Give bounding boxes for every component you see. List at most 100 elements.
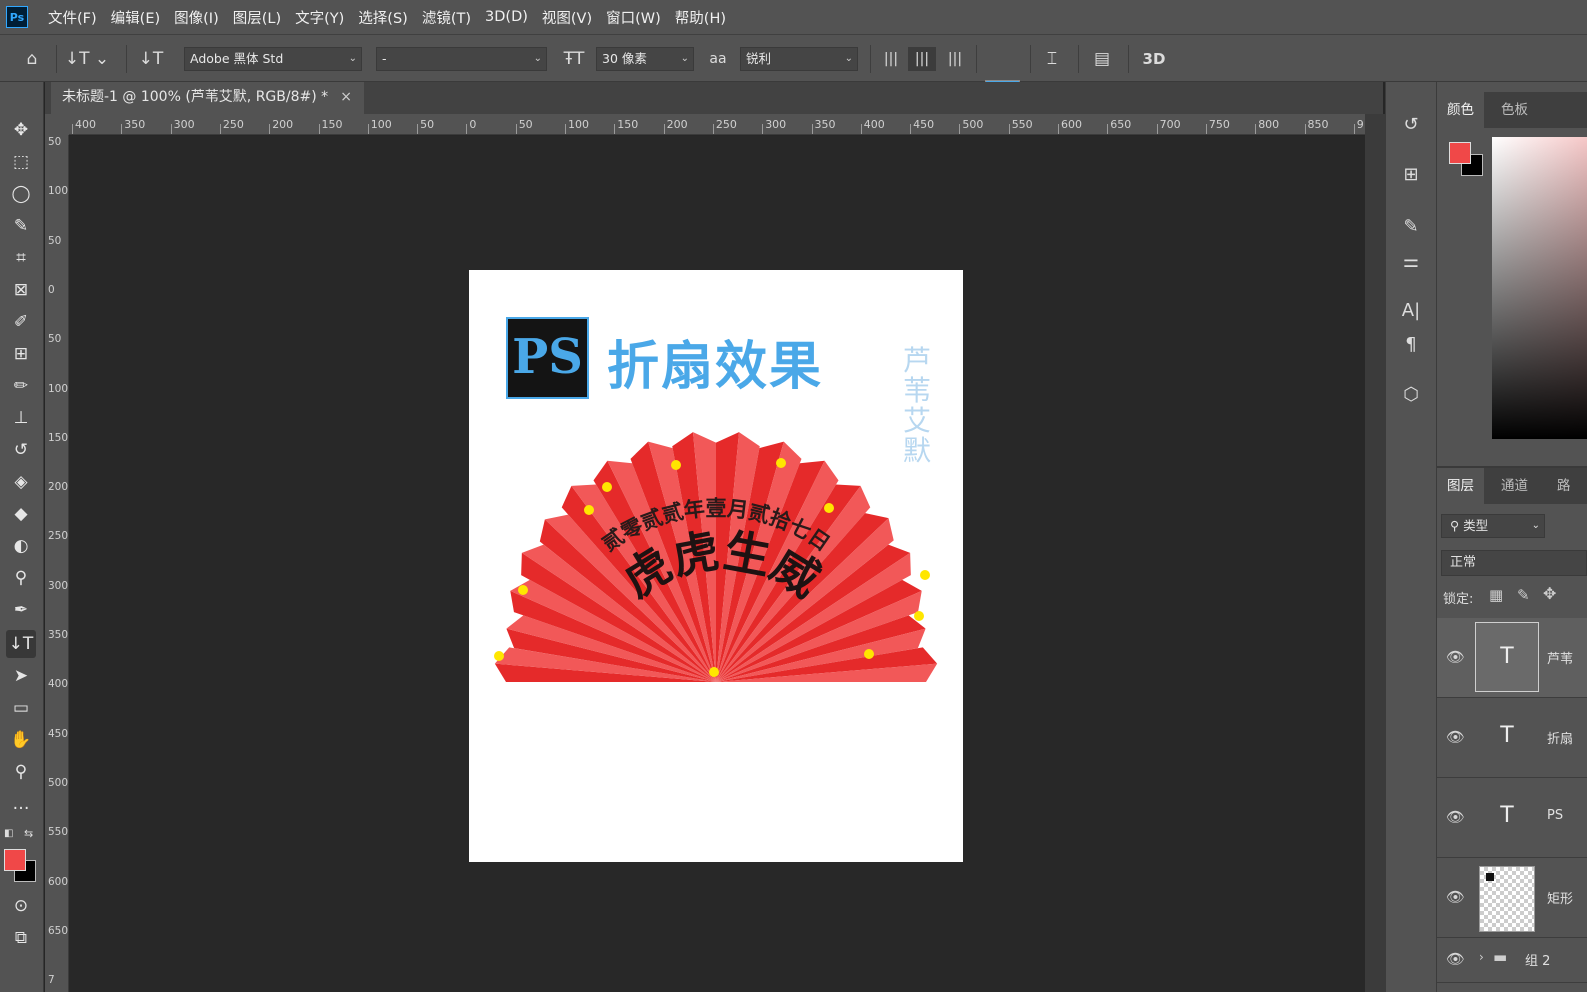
- close-tab-button[interactable]: ×: [340, 82, 352, 112]
- menu-layer[interactable]: 图层(L): [233, 7, 281, 28]
- crop-tool-icon[interactable]: ⌗: [6, 244, 36, 272]
- ruler-label: 350: [48, 629, 69, 641]
- font-family-dropdown[interactable]: Adobe 黑体 Std ⌄: [184, 47, 362, 71]
- align-center-icon[interactable]: |||: [908, 47, 936, 71]
- dodge-tool-icon[interactable]: ⚲: [6, 564, 36, 592]
- blend-mode-dropdown[interactable]: 正常: [1441, 550, 1587, 576]
- warp-text-icon[interactable]: ⌶: [1038, 47, 1066, 71]
- visibility-eye-icon[interactable]: 👁: [1446, 888, 1465, 906]
- align-bottom-icon[interactable]: |||: [942, 47, 968, 71]
- layer-row[interactable]: 👁 T 芦苇: [1437, 618, 1587, 698]
- document-tab[interactable]: 未标题-1 @ 100% (芦苇艾默, RGB/8#) * ×: [51, 82, 364, 114]
- stamp-tool-icon[interactable]: ⊥: [6, 404, 36, 432]
- font-style-dropdown[interactable]: - ⌄: [376, 47, 547, 71]
- ruler-label: 800: [1258, 118, 1280, 131]
- tab-paths[interactable]: 路: [1547, 468, 1581, 504]
- path-select-tool-icon[interactable]: ➤: [6, 662, 36, 690]
- move-tool-icon[interactable]: ✥: [6, 116, 36, 144]
- gold-spark: [709, 667, 719, 677]
- ruler-label: 650: [1110, 118, 1132, 131]
- layer-name: 芦苇: [1547, 652, 1574, 667]
- antialias-icon: aa: [709, 51, 727, 67]
- toggle-orientation-icon[interactable]: ↓T: [136, 47, 166, 71]
- vertical-type-tool-icon[interactable]: ↓T: [6, 630, 36, 658]
- menu-3d[interactable]: 3D(D): [485, 9, 528, 25]
- ruler-label: 600: [48, 875, 69, 888]
- paint-bucket-tool-icon[interactable]: ◆: [6, 500, 36, 528]
- history-panel-icon[interactable]: ↺: [1396, 110, 1426, 140]
- tab-swatches[interactable]: 色板: [1491, 92, 1538, 128]
- eyedropper-tool-icon[interactable]: ✐: [6, 308, 36, 336]
- tab-layers[interactable]: 图层: [1437, 468, 1484, 504]
- chevron-right-icon[interactable]: ›: [1479, 950, 1484, 964]
- vertical-scrollbar[interactable]: [1365, 114, 1385, 992]
- align-top-icon[interactable]: |||: [878, 47, 904, 71]
- swap-colors-icon[interactable]: ⇆: [24, 827, 33, 840]
- blur-tool-icon[interactable]: ◐: [6, 532, 36, 560]
- foreground-color-swatch[interactable]: [4, 849, 26, 871]
- brush-tool-icon[interactable]: ✏: [6, 372, 36, 400]
- rectangle-tool-icon[interactable]: ▭: [6, 694, 36, 722]
- document-canvas[interactable]: PS 折扇效果 芦苇艾默 贰零贰贰年壹月贰拾七日 虎虎生威: [469, 270, 963, 862]
- marquee-tool-icon[interactable]: ⬚: [6, 148, 36, 176]
- quick-select-tool-icon[interactable]: ✎: [6, 212, 36, 240]
- menu-window[interactable]: 窗口(W): [606, 7, 661, 28]
- color-picker-field[interactable]: [1492, 137, 1587, 439]
- menu-image[interactable]: 图像(I): [174, 7, 219, 28]
- tab-color[interactable]: 颜色: [1437, 92, 1484, 128]
- vertical-ruler[interactable]: 50 100 50 0 50 100 150 200 250 300 350 400 450 500 550…: [45, 135, 69, 992]
- lock-position-icon[interactable]: ✥: [1543, 584, 1556, 603]
- default-colors-icon[interactable]: ◧: [4, 828, 13, 839]
- visibility-eye-icon[interactable]: 👁: [1446, 950, 1465, 968]
- menu-file[interactable]: 文件(F): [48, 7, 97, 28]
- zoom-tool-icon[interactable]: ⚲: [6, 758, 36, 786]
- ruler-label: 150: [617, 118, 639, 131]
- character-panel-icon[interactable]: ▤: [1088, 47, 1116, 71]
- menu-filter[interactable]: 滤镜(T): [422, 7, 471, 28]
- tools-panel: ✥ ⬚ ◯ ✎ ⌗ ⊠ ✐ ⊞ ✏ ⊥ ↺ ◈ ◆ ◐ ⚲ ✒ ↓T ➤ ▭ ✋…: [0, 82, 44, 992]
- layer-row[interactable]: 👁 矩形: [1437, 858, 1587, 938]
- panel-foreground-swatch[interactable]: [1449, 142, 1471, 164]
- pen-tool-icon[interactable]: ✒: [6, 596, 36, 624]
- 3d-button[interactable]: 3D: [1138, 47, 1170, 71]
- visibility-eye-icon[interactable]: 👁: [1446, 648, 1465, 666]
- paragraph-panel-icon[interactable]: ¶: [1396, 330, 1426, 360]
- lock-pixels-icon[interactable]: ✎: [1517, 586, 1530, 604]
- history-brush-tool-icon[interactable]: ↺: [6, 436, 36, 464]
- adjustments-panel-icon[interactable]: ⚌: [1396, 247, 1426, 277]
- layer-row[interactable]: 👁 T PS: [1437, 778, 1587, 858]
- screen-mode-icon[interactable]: ⧉: [6, 924, 36, 952]
- document-tab-title: 未标题-1 @ 100% (芦苇艾默, RGB/8#) *: [62, 89, 329, 105]
- font-size-dropdown[interactable]: 30 像素 ⌄: [596, 47, 694, 71]
- layer-filter-dropdown[interactable]: ⚲ 类型 ⌄: [1441, 514, 1545, 538]
- 3d-object-panel-icon[interactable]: ⬡: [1396, 380, 1426, 410]
- frame-tool-icon[interactable]: ⊠: [6, 276, 36, 304]
- lasso-tool-icon[interactable]: ◯: [6, 180, 36, 208]
- antialias-dropdown[interactable]: 锐利 ⌄: [740, 47, 858, 71]
- visibility-eye-icon[interactable]: 👁: [1446, 808, 1465, 826]
- vertical-type-preset-icon[interactable]: ↓T ⌄: [64, 47, 110, 71]
- menu-select[interactable]: 选择(S): [358, 7, 408, 28]
- ruler-label: 50: [518, 118, 533, 131]
- character-panel-icon[interactable]: A|: [1396, 296, 1426, 326]
- quick-mask-icon[interactable]: ⊙: [6, 892, 36, 920]
- menu-view[interactable]: 视图(V): [542, 7, 592, 28]
- eraser-tool-icon[interactable]: ◈: [6, 468, 36, 496]
- visibility-eye-icon[interactable]: 👁: [1446, 728, 1465, 746]
- more-tools-icon[interactable]: …: [6, 790, 36, 818]
- tab-channels[interactable]: 通道: [1491, 468, 1538, 504]
- layer-row[interactable]: 👁 T 折扇: [1437, 698, 1587, 778]
- menu-type[interactable]: 文字(Y): [295, 7, 344, 28]
- hand-tool-icon[interactable]: ✋: [6, 726, 36, 754]
- healing-brush-tool-icon[interactable]: ⊞: [6, 340, 36, 368]
- 3d-cubes-panel-icon[interactable]: ⊞: [1396, 160, 1426, 190]
- lock-transparent-icon[interactable]: ▦: [1489, 586, 1503, 604]
- folder-icon: ▬: [1493, 948, 1508, 966]
- menu-help[interactable]: 帮助(H): [675, 7, 726, 28]
- menu-edit[interactable]: 编辑(E): [111, 7, 160, 28]
- home-icon[interactable]: ⌂: [18, 47, 46, 71]
- layer-group-row[interactable]: 👁 › ▬ 组 2: [1437, 938, 1587, 983]
- ruler-label: 450: [913, 118, 935, 131]
- brush-settings-panel-icon[interactable]: ✎: [1396, 212, 1426, 242]
- horizontal-ruler[interactable]: 400 350 300 250 200 150 100 50 0 50 100 150 200 250 30…: [69, 114, 1365, 135]
